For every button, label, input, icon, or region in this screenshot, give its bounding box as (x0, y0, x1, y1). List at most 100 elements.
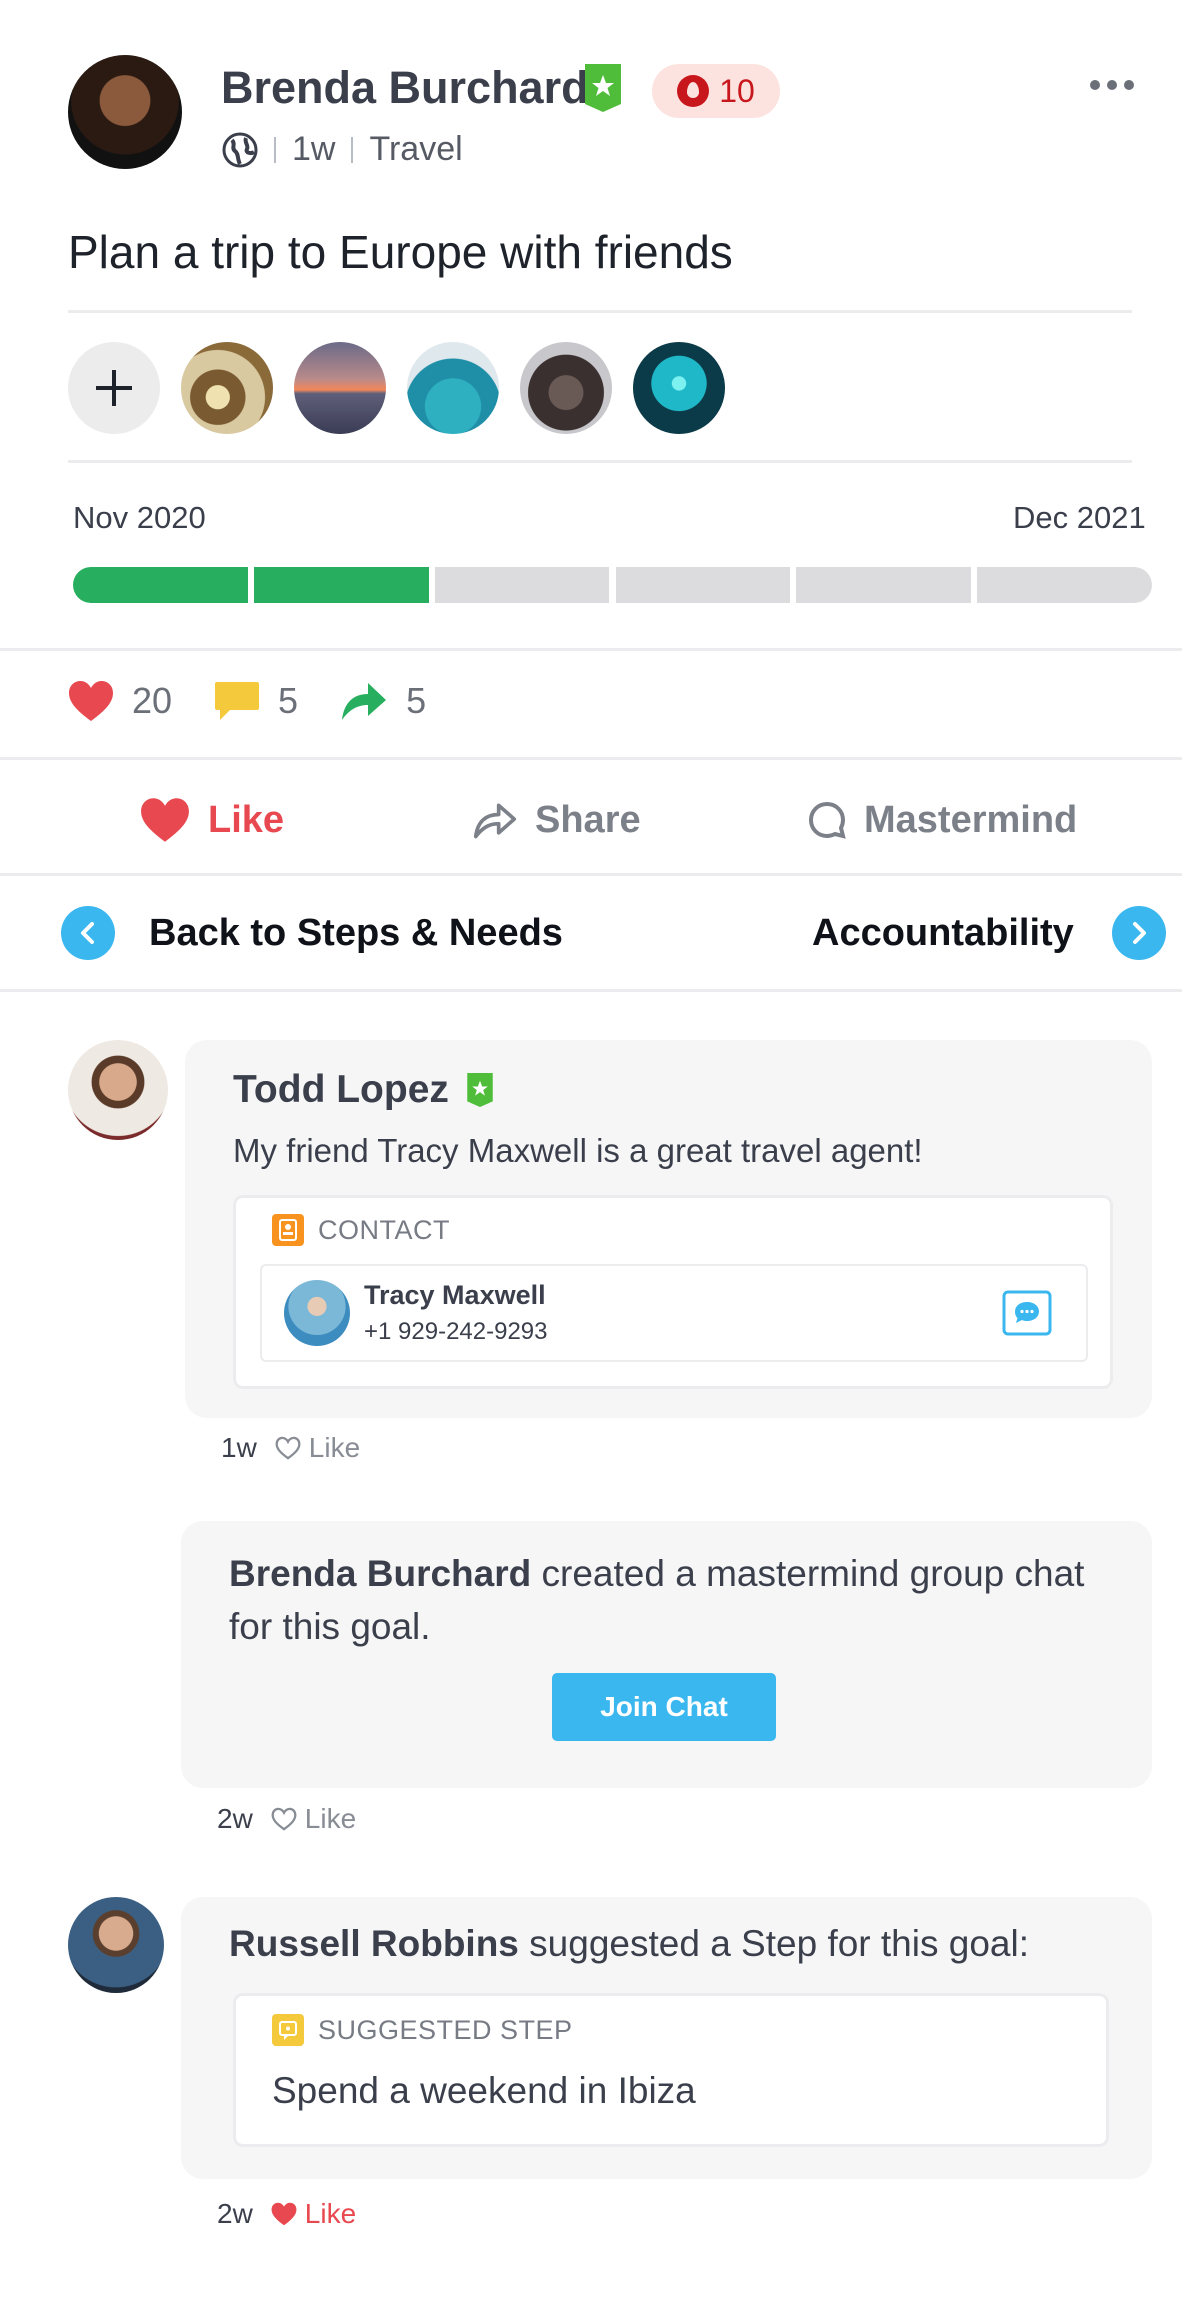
heart-outline-icon (271, 1807, 297, 1831)
author-name[interactable]: Brenda Burchard (221, 62, 589, 114)
share-arrow-icon (473, 803, 517, 839)
suggested-step-icon (272, 2014, 304, 2046)
chevron-right-icon (1111, 906, 1166, 960)
photo-thumbnail[interactable] (181, 342, 273, 434)
comment-footer: 2w Like (217, 2198, 356, 2230)
verified-badge-icon (585, 64, 621, 112)
contact-phone: +1 929-242-9293 (364, 1318, 548, 1345)
attachment-label: CONTACT (318, 1214, 450, 1245)
contact-row[interactable]: Tracy Maxwell +1 929-242-9293 (260, 1264, 1088, 1362)
timeline-segment (73, 567, 248, 603)
comment-card: Todd Lopez My friend Tracy Maxwell is a … (185, 1040, 1152, 1418)
comment-footer: 1w Like (221, 1432, 360, 1464)
divider (0, 873, 1182, 876)
verified-badge-icon (467, 1073, 493, 1107)
photo-thumbnail[interactable] (294, 342, 386, 434)
contact-attachment: CONTACT Tracy Maxwell +1 929-242-9293 (233, 1195, 1113, 1389)
shares-count: 5 (406, 680, 427, 721)
timeline-segment (253, 567, 429, 603)
comment-age: 2w (217, 2198, 253, 2229)
heart-icon (271, 2202, 297, 2226)
post-age: 1w (292, 130, 336, 168)
heart-outline-icon (275, 1436, 301, 1460)
activity-author[interactable]: Brenda Burchard (229, 1553, 531, 1594)
contact-card-icon (272, 1214, 304, 1246)
meta-separator (274, 136, 276, 163)
timeline-start-date: Nov 2020 (73, 500, 206, 535)
timeline-segment (615, 567, 791, 603)
comment-like-button[interactable]: Like (271, 1803, 356, 1835)
contact-name: Tracy Maxwell (364, 1280, 546, 1310)
share-arrow-icon (342, 683, 387, 720)
timeline-segment (434, 567, 610, 603)
comment-like-label: Like (304, 2198, 357, 2229)
like-button-label: Like (208, 798, 285, 841)
timeline-segment (977, 567, 1152, 603)
chevron-left-icon (61, 906, 115, 960)
activity-card: Brenda Burchard created a mastermind gro… (181, 1521, 1152, 1788)
activity-author[interactable]: Russell Robbins (229, 1923, 519, 1964)
suggested-step-attachment[interactable]: SUGGESTED STEP Spend a weekend in Ibiza (233, 1993, 1109, 2147)
photo-thumbnail[interactable] (407, 342, 499, 434)
share-button-label: Share (535, 798, 641, 841)
comments-count: 5 (278, 680, 299, 721)
join-chat-button[interactable]: Join Chat (552, 1673, 776, 1741)
likes-count: 20 (132, 680, 173, 721)
activity-text: Brenda Burchard created a mastermind gro… (229, 1547, 1089, 1653)
mastermind-button[interactable]: Mastermind (808, 790, 1077, 850)
comment-like-button[interactable]: Like (275, 1432, 360, 1464)
activity-description: suggested a Step for this goal: (518, 1923, 1029, 1964)
goal-title: Plan a trip to Europe with friends (68, 226, 733, 278)
engagement-stats: 20 5 5 (68, 680, 468, 722)
attachment-label: SUGGESTED STEP (318, 2014, 573, 2045)
comment-age: 2w (217, 1803, 253, 1834)
activity-text: Russell Robbins suggested a Step for thi… (229, 1923, 1029, 1965)
timeline-end-date: Dec 2021 (1013, 500, 1146, 535)
commenter-avatar[interactable] (68, 1897, 164, 1993)
comment-like-label: Like (304, 1803, 357, 1834)
shares-stat[interactable]: 5 (340, 680, 426, 722)
back-to-steps-link[interactable]: Back to Steps & Needs (61, 906, 563, 960)
add-photo-button[interactable] (68, 342, 160, 434)
heart-icon (141, 798, 189, 842)
more-options-icon[interactable] (1090, 80, 1134, 90)
post-category[interactable]: Travel (369, 130, 462, 169)
comment-footer: 2w Like (217, 1803, 356, 1835)
commenter-avatar[interactable] (68, 1040, 168, 1140)
streak-count: 10 (719, 72, 755, 109)
timeline-segment (796, 567, 972, 603)
heart-icon (69, 681, 113, 721)
comment-like-label: Like (308, 1432, 361, 1463)
flame-icon (677, 75, 710, 107)
likes-stat[interactable]: 20 (68, 680, 172, 722)
comment-age: 1w (221, 1432, 257, 1463)
comment-bubble-icon (215, 682, 260, 720)
message-icon[interactable] (1002, 1290, 1052, 1336)
accountability-link[interactable]: Accountability (812, 906, 1166, 960)
author-avatar[interactable] (68, 55, 182, 169)
activity-card: Russell Robbins suggested a Step for thi… (181, 1897, 1152, 2179)
comment-like-button[interactable]: Like (271, 2198, 356, 2230)
post-meta: 1w Travel (222, 130, 463, 169)
meta-separator (351, 136, 354, 163)
photo-thumbnail[interactable] (633, 342, 725, 434)
share-button[interactable]: Share (473, 790, 641, 850)
back-link-label: Back to Steps & Needs (149, 911, 563, 954)
next-link-label: Accountability (812, 911, 1074, 954)
photo-thumbnail[interactable] (520, 342, 612, 434)
comments-stat[interactable]: 5 (214, 680, 298, 722)
divider (68, 460, 1132, 463)
commenter-name[interactable]: Todd Lopez (233, 1068, 449, 1112)
divider (0, 648, 1182, 651)
divider (0, 757, 1182, 760)
globe-icon (222, 132, 258, 167)
contact-avatar (284, 1280, 350, 1346)
streak-badge[interactable]: 10 (652, 64, 780, 118)
like-button[interactable]: Like (140, 790, 284, 850)
divider (68, 310, 1132, 313)
mastermind-icon (808, 801, 846, 839)
divider (0, 989, 1182, 992)
plus-icon (96, 370, 132, 406)
comment-text: My friend Tracy Maxwell is a great trave… (233, 1132, 923, 1169)
suggested-step-text: Spend a weekend in Ibiza (272, 2070, 696, 2111)
